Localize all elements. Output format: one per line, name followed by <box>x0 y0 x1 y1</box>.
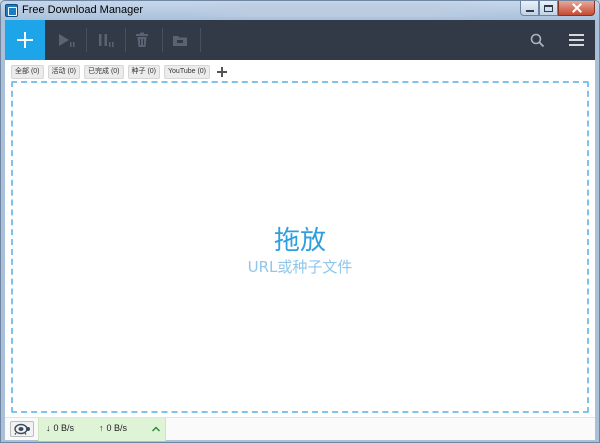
download-arrow-icon: ↓ <box>46 423 51 433</box>
play-icon <box>59 34 75 47</box>
tab-torrents[interactable]: 种子 (0) <box>127 65 160 79</box>
drop-zone-subtitle: URL或种子文件 <box>247 258 353 276</box>
add-download-button[interactable] <box>5 20 45 60</box>
plus-icon <box>17 32 33 48</box>
add-tab-icon[interactable] <box>216 66 228 78</box>
tab-completed[interactable]: 已完成 (0) <box>84 65 124 79</box>
hamburger-menu-icon <box>568 34 584 46</box>
window-title: Free Download Manager <box>22 4 144 16</box>
delete-button[interactable] <box>126 20 158 60</box>
resume-button[interactable] <box>51 20 83 60</box>
search-icon <box>530 33 544 47</box>
tab-youtube[interactable]: YouTube (0) <box>164 65 211 79</box>
search-button[interactable] <box>522 20 552 60</box>
pause-button[interactable] <box>90 20 122 60</box>
minimize-icon <box>525 9 534 12</box>
download-speed: ↓ 0 B/s <box>46 423 74 433</box>
toolbar-separator <box>162 28 163 52</box>
download-speed-value: 0 B/s <box>53 423 75 433</box>
toolbar-separator <box>200 28 201 52</box>
app-logo-icon <box>5 4 18 17</box>
main-content: 全部 (0) 活动 (0) 已完成 (0) 种子 (0) YouTube (0)… <box>5 20 595 441</box>
close-button[interactable] <box>558 1 595 16</box>
toolbar-separator <box>86 28 87 52</box>
upload-speed: ↑ 0 B/s <box>99 423 127 433</box>
main-menu-button[interactable] <box>561 20 591 60</box>
turtle-icon <box>14 423 30 435</box>
title-bar-background-blur <box>186 3 496 17</box>
status-bar: ↓ 0 B/s ↑ 0 B/s <box>5 417 595 441</box>
toolbar <box>5 20 595 60</box>
minimize-button[interactable] <box>520 1 539 16</box>
tab-all[interactable]: 全部 (0) <box>11 65 44 79</box>
drop-zone-title: 拖放 <box>273 226 326 256</box>
upload-arrow-icon: ↑ <box>99 423 104 433</box>
maximize-button[interactable] <box>539 1 558 16</box>
upload-speed-value: 0 B/s <box>106 423 128 433</box>
trash-icon <box>136 32 148 47</box>
app-window: Free Download Manager 全部 (0) 活动 (0) 已完成 … <box>0 0 600 443</box>
close-icon <box>572 3 582 13</box>
drop-zone[interactable]: 拖放 URL或种子文件 <box>11 81 589 413</box>
pause-icon <box>99 34 114 47</box>
maximize-icon <box>544 4 553 12</box>
speed-mode-button[interactable] <box>10 421 34 437</box>
speed-panel[interactable]: ↓ 0 B/s ↑ 0 B/s <box>38 418 166 441</box>
window-controls <box>520 1 595 16</box>
chevron-up-icon[interactable] <box>151 424 161 434</box>
tab-active[interactable]: 活动 (0) <box>47 65 80 79</box>
open-folder-button[interactable] <box>164 20 196 60</box>
title-bar[interactable]: Free Download Manager <box>1 1 599 20</box>
folder-icon <box>173 36 187 46</box>
filter-tabs: 全部 (0) 活动 (0) 已完成 (0) 种子 (0) YouTube (0) <box>11 65 228 79</box>
